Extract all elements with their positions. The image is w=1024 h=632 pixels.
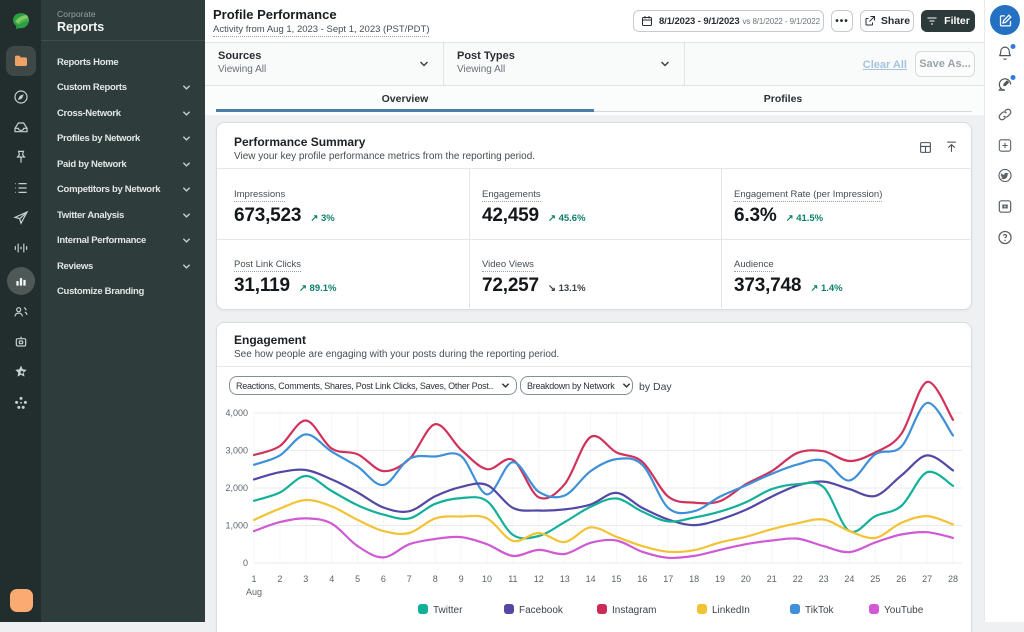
svg-text:YouTube: YouTube (884, 605, 924, 616)
svg-text:5: 5 (355, 574, 360, 584)
svg-text:24: 24 (844, 574, 854, 584)
svg-text:TikTok: TikTok (805, 605, 835, 616)
svg-text:23: 23 (819, 574, 829, 584)
svg-text:LinkedIn: LinkedIn (712, 605, 750, 616)
svg-text:26: 26 (896, 574, 906, 584)
svg-text:Aug: Aug (246, 587, 262, 597)
svg-text:21: 21 (767, 574, 777, 584)
svg-text:7: 7 (407, 574, 412, 584)
svg-text:18: 18 (689, 574, 699, 584)
svg-text:28: 28 (948, 574, 958, 584)
svg-text:22: 22 (793, 574, 803, 584)
svg-text:19: 19 (715, 574, 725, 584)
svg-text:6: 6 (381, 574, 386, 584)
svg-text:Facebook: Facebook (519, 605, 564, 616)
svg-text:3,000: 3,000 (225, 446, 248, 456)
svg-text:Instagram: Instagram (612, 605, 656, 616)
svg-text:8: 8 (433, 574, 438, 584)
svg-text:0: 0 (243, 558, 248, 568)
svg-text:12: 12 (534, 574, 544, 584)
svg-text:25: 25 (870, 574, 880, 584)
svg-text:4,000: 4,000 (225, 408, 248, 418)
svg-text:13: 13 (560, 574, 570, 584)
svg-text:9: 9 (459, 574, 464, 584)
svg-text:11: 11 (508, 574, 517, 584)
svg-text:4: 4 (329, 574, 334, 584)
svg-text:1,000: 1,000 (225, 521, 248, 531)
svg-text:15: 15 (611, 574, 621, 584)
svg-text:27: 27 (922, 574, 932, 584)
svg-text:16: 16 (637, 574, 647, 584)
svg-text:Twitter: Twitter (433, 605, 463, 616)
svg-text:10: 10 (482, 574, 492, 584)
svg-text:1: 1 (251, 574, 256, 584)
svg-text:3: 3 (303, 574, 308, 584)
svg-text:2: 2 (277, 574, 282, 584)
svg-text:17: 17 (663, 574, 673, 584)
svg-text:2,000: 2,000 (225, 483, 248, 493)
svg-text:20: 20 (741, 574, 751, 584)
svg-text:14: 14 (586, 574, 596, 584)
